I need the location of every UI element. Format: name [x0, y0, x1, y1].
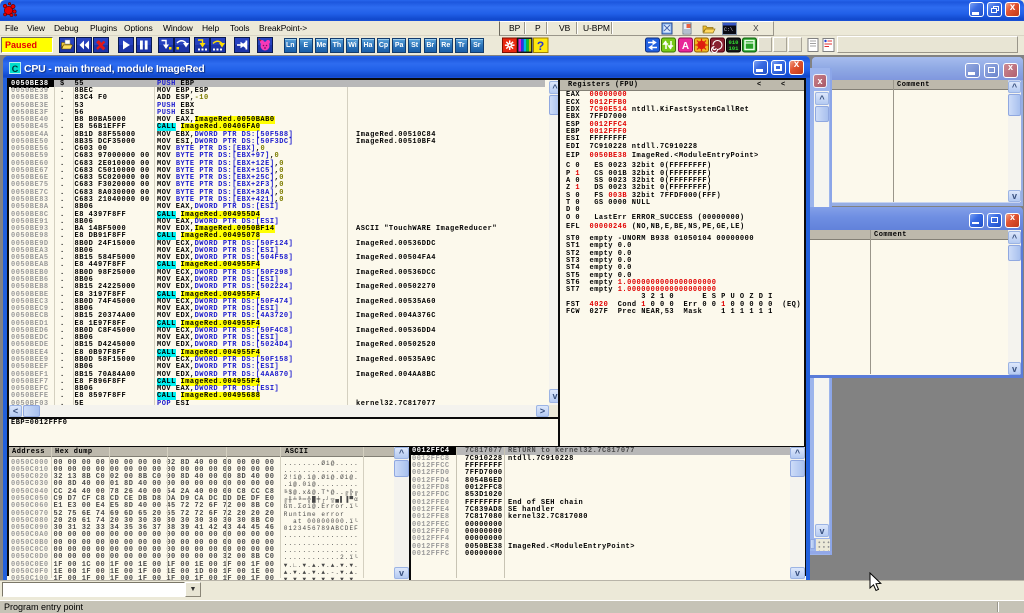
svg-text:101: 101	[729, 45, 740, 52]
svg-text:?: ?	[537, 39, 544, 53]
svg-text:C:\: C:\	[724, 27, 733, 33]
svg-text:A: A	[682, 41, 689, 52]
